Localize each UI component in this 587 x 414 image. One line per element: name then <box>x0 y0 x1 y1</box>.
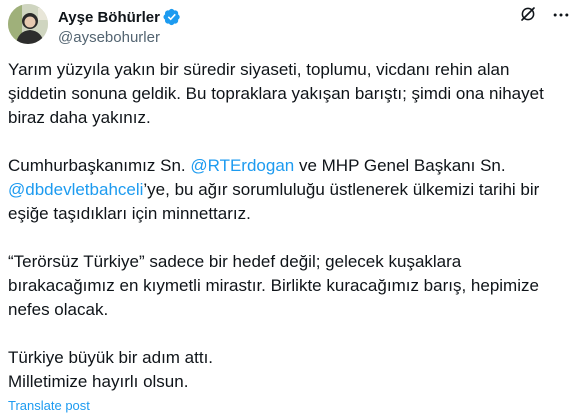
tweet-line: Yarım yüzyıla yakın bir süredir siyaseti… <box>8 60 510 79</box>
translate-post-link[interactable]: Translate post <box>8 398 90 413</box>
tweet-line: bırakacağımız en kıymetli mirastır. Birl… <box>8 276 539 295</box>
avatar[interactable] <box>8 4 48 44</box>
tweet-line: Türkiye büyük bir adım attı. <box>8 348 214 367</box>
tweet-line: eşiğe taşıdıkları için minnettarız. <box>8 204 251 223</box>
tweet-text-segment: ’ye, bu ağır sorumluluğu üstlenerek ülke… <box>143 180 540 199</box>
author-handle[interactable]: @aysebohurler <box>58 29 181 46</box>
tweet-paragraph: Cumhurbaşkanımız Sn. @RTErdogan ve MHP G… <box>8 154 580 226</box>
tweet-text-segment: ve MHP Genel Başkanı Sn. <box>294 156 506 175</box>
tweet-text: Yarım yüzyıla yakın bir süredir siyaseti… <box>8 58 580 394</box>
tweet-header: Ayşe Böhürler @aysebohurler <box>8 4 573 46</box>
tweet-line: @dbdevletbahceli’ye, bu ağır sorumluluğu… <box>8 178 580 202</box>
verified-badge-icon <box>163 8 180 26</box>
avatar-image <box>8 4 48 44</box>
tweet-paragraph: Yarım yüzyıla yakın bir süredir siyaseti… <box>8 58 580 130</box>
author-info: Ayşe Böhürler @aysebohurler <box>58 7 181 46</box>
tweet-line: Cumhurbaşkanımız Sn. @RTErdogan ve MHP G… <box>8 154 580 178</box>
tweet-line: “Terörsüz Türkiye” sadece bir hedef deği… <box>8 252 462 271</box>
tweet-line: nefes olacak. <box>8 300 109 319</box>
grok-icon[interactable] <box>519 5 537 23</box>
tweet-line: biraz daha yakınız. <box>8 108 151 127</box>
tweet-line: şiddetin sonuna geldik. Bu topraklara ya… <box>8 84 544 103</box>
mention-link-rterdogan[interactable]: @RTErdogan <box>190 156 294 175</box>
tweet-paragraph: Türkiye büyük bir adım attı. Milletimize… <box>8 346 580 394</box>
more-options-icon[interactable] <box>551 5 571 25</box>
tweet-paragraph: “Terörsüz Türkiye” sadece bir hedef deği… <box>8 250 580 322</box>
mention-link-dbdevletbahceli[interactable]: @dbdevletbahceli <box>8 180 143 199</box>
tweet-line: Milletimize hayırlı olsun. <box>8 372 189 391</box>
tweet-text-segment: Cumhurbaşkanımız Sn. <box>8 156 191 175</box>
author-display-name[interactable]: Ayşe Böhürler <box>58 9 160 26</box>
